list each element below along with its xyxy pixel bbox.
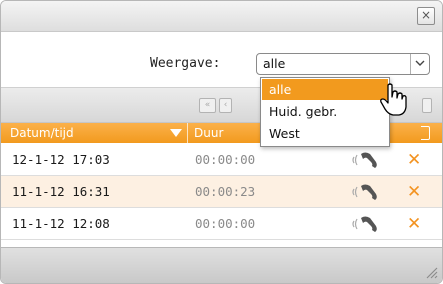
menu-item-west[interactable]: West xyxy=(262,123,388,144)
delete-x-icon[interactable]: ✕ xyxy=(407,210,421,238)
row-duration: 00:00:00 xyxy=(195,152,256,167)
column-header-actions xyxy=(421,126,430,140)
column-header-duration[interactable]: Duur xyxy=(194,123,223,143)
table-row[interactable]: 11-1-12 12:08 00:00:00 ✕ xyxy=(1,208,442,240)
view-select[interactable]: alle xyxy=(256,53,430,75)
double-chevron-left-icon: « xyxy=(204,100,211,110)
table-row[interactable]: 12-1-12 17:03 00:00:00 ✕ xyxy=(1,144,442,176)
footer-bar xyxy=(1,247,442,283)
phone-call-icon[interactable] xyxy=(349,214,381,234)
phone-call-icon[interactable] xyxy=(349,150,381,170)
row-datetime: 11-1-12 16:31 xyxy=(12,184,110,199)
row-duration: 00:00:00 xyxy=(195,216,256,231)
hand-pointer-icon xyxy=(380,83,407,116)
resize-grip-icon[interactable] xyxy=(424,265,438,279)
close-icon: × xyxy=(420,8,432,22)
prev-page-button[interactable]: ‹ xyxy=(219,98,232,113)
view-options-menu: alle Huid. gebr. West xyxy=(260,77,390,147)
phone-call-icon[interactable] xyxy=(349,182,381,202)
chevron-left-icon: ‹ xyxy=(223,100,228,110)
delete-x-icon[interactable]: ✕ xyxy=(407,146,421,174)
menu-item-alle[interactable]: alle xyxy=(262,79,388,100)
filter-label: Weergave: xyxy=(150,56,221,71)
delete-x-icon[interactable]: ✕ xyxy=(407,178,421,206)
filter-row: Weergave: alle xyxy=(1,53,442,75)
title-bar: × xyxy=(1,1,442,32)
row-datetime: 11-1-12 12:08 xyxy=(12,216,110,231)
chevron-down-icon[interactable] xyxy=(410,54,429,74)
column-header-datetime[interactable]: Datum/tijd xyxy=(10,123,74,143)
table-row[interactable]: 11-1-12 16:31 00:00:23 ✕ xyxy=(1,176,442,208)
first-page-button[interactable]: « xyxy=(199,98,216,113)
row-datetime: 12-1-12 17:03 xyxy=(12,152,110,167)
menu-item-huidige-gebruiker[interactable]: Huid. gebr. xyxy=(262,101,388,122)
next-page-button[interactable] xyxy=(422,98,432,113)
column-divider xyxy=(187,123,188,143)
close-button[interactable]: × xyxy=(417,7,435,25)
row-duration: 00:00:23 xyxy=(195,184,256,199)
sort-desc-icon[interactable] xyxy=(170,129,182,137)
view-select-value: alle xyxy=(263,56,286,71)
